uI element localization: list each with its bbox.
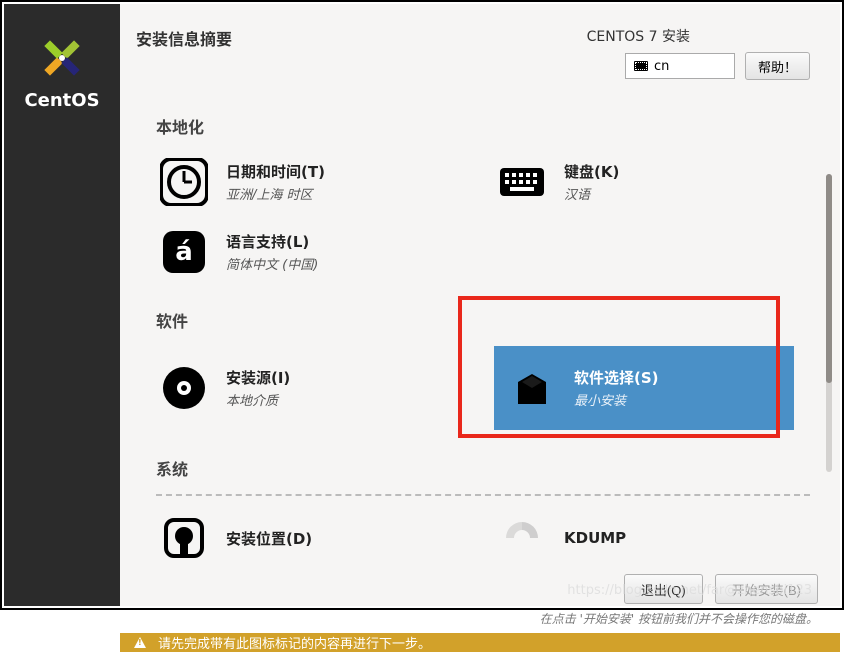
section-localization-title: 本地化 [156, 114, 810, 138]
spoke-software-selection-title: 软件选择(S) [574, 367, 659, 388]
sidebar: CentOS [4, 4, 120, 606]
svg-text:á: á [175, 237, 193, 267]
spoke-keyboard[interactable]: 键盘(K) 汉语 [494, 152, 784, 212]
spoke-datetime-sub: 亚洲/上海 时区 [226, 184, 325, 203]
spoke-kdump-title: KDUMP [564, 529, 626, 547]
brand-text: CentOS [24, 90, 99, 111]
spoke-keyboard-title: 键盘(K) [564, 161, 619, 182]
spoke-software-selection-sub: 最小安装 [574, 390, 659, 409]
page-title: 安装信息摘要 [136, 26, 232, 80]
watermark: https://blog.csdn.net/far@zhensbi123 [567, 583, 812, 598]
spoke-destination[interactable]: 安装位置(D) [156, 508, 446, 568]
spoke-installsource-sub: 本地介质 [226, 390, 290, 409]
warning-text: 请先完成带有此图标标记的内容再进行下一步。 [158, 633, 431, 652]
warning-icon [134, 637, 146, 648]
harddrive-icon [160, 514, 208, 562]
product-label: CENTOS 7 安装 [587, 26, 810, 46]
centos-logo-icon [38, 34, 86, 82]
keyboard-layout-input[interactable]: cn [625, 53, 735, 79]
section-system-title: 系统 [156, 456, 810, 480]
keyboard-icon [498, 158, 546, 206]
spoke-datetime-title: 日期和时间(T) [226, 161, 325, 182]
spoke-language-title: 语言支持(L) [226, 231, 318, 252]
spoke-keyboard-sub: 汉语 [564, 184, 619, 203]
warning-bar: 请先完成带有此图标标记的内容再进行下一步。 [120, 633, 840, 652]
scrollbar[interactable] [826, 174, 832, 472]
topbar: 安装信息摘要 CENTOS 7 安装 cn 帮助！ [120, 4, 840, 84]
kdump-icon [498, 514, 546, 562]
spoke-destination-title: 安装位置(D) [226, 528, 312, 549]
disc-icon [160, 364, 208, 412]
clock-icon [160, 158, 208, 206]
language-icon: á [160, 228, 208, 276]
section-software-title: 软件 [156, 308, 810, 332]
keyboard-mini-icon [634, 61, 648, 71]
footer-note: 在点击 '开始安装' 按钮前我们并不会操作您的磁盘。 [120, 608, 840, 633]
help-button[interactable]: 帮助！ [745, 52, 810, 80]
spoke-kdump[interactable]: KDUMP [494, 508, 784, 568]
spoke-software-selection[interactable]: 软件选择(S) 最小安装 [494, 346, 794, 430]
scrollbar-thumb[interactable] [826, 174, 832, 383]
package-icon [508, 364, 556, 412]
spoke-language-sub: 简体中文 (中国) [226, 254, 318, 273]
spoke-installsource[interactable]: 安装源(I) 本地介质 [156, 346, 446, 430]
spoke-datetime[interactable]: 日期和时间(T) 亚洲/上海 时区 [156, 152, 446, 212]
keyboard-layout-value: cn [654, 59, 669, 74]
spoke-installsource-title: 安装源(I) [226, 367, 290, 388]
spoke-language[interactable]: á 语言支持(L) 简体中文 (中国) [156, 222, 446, 282]
